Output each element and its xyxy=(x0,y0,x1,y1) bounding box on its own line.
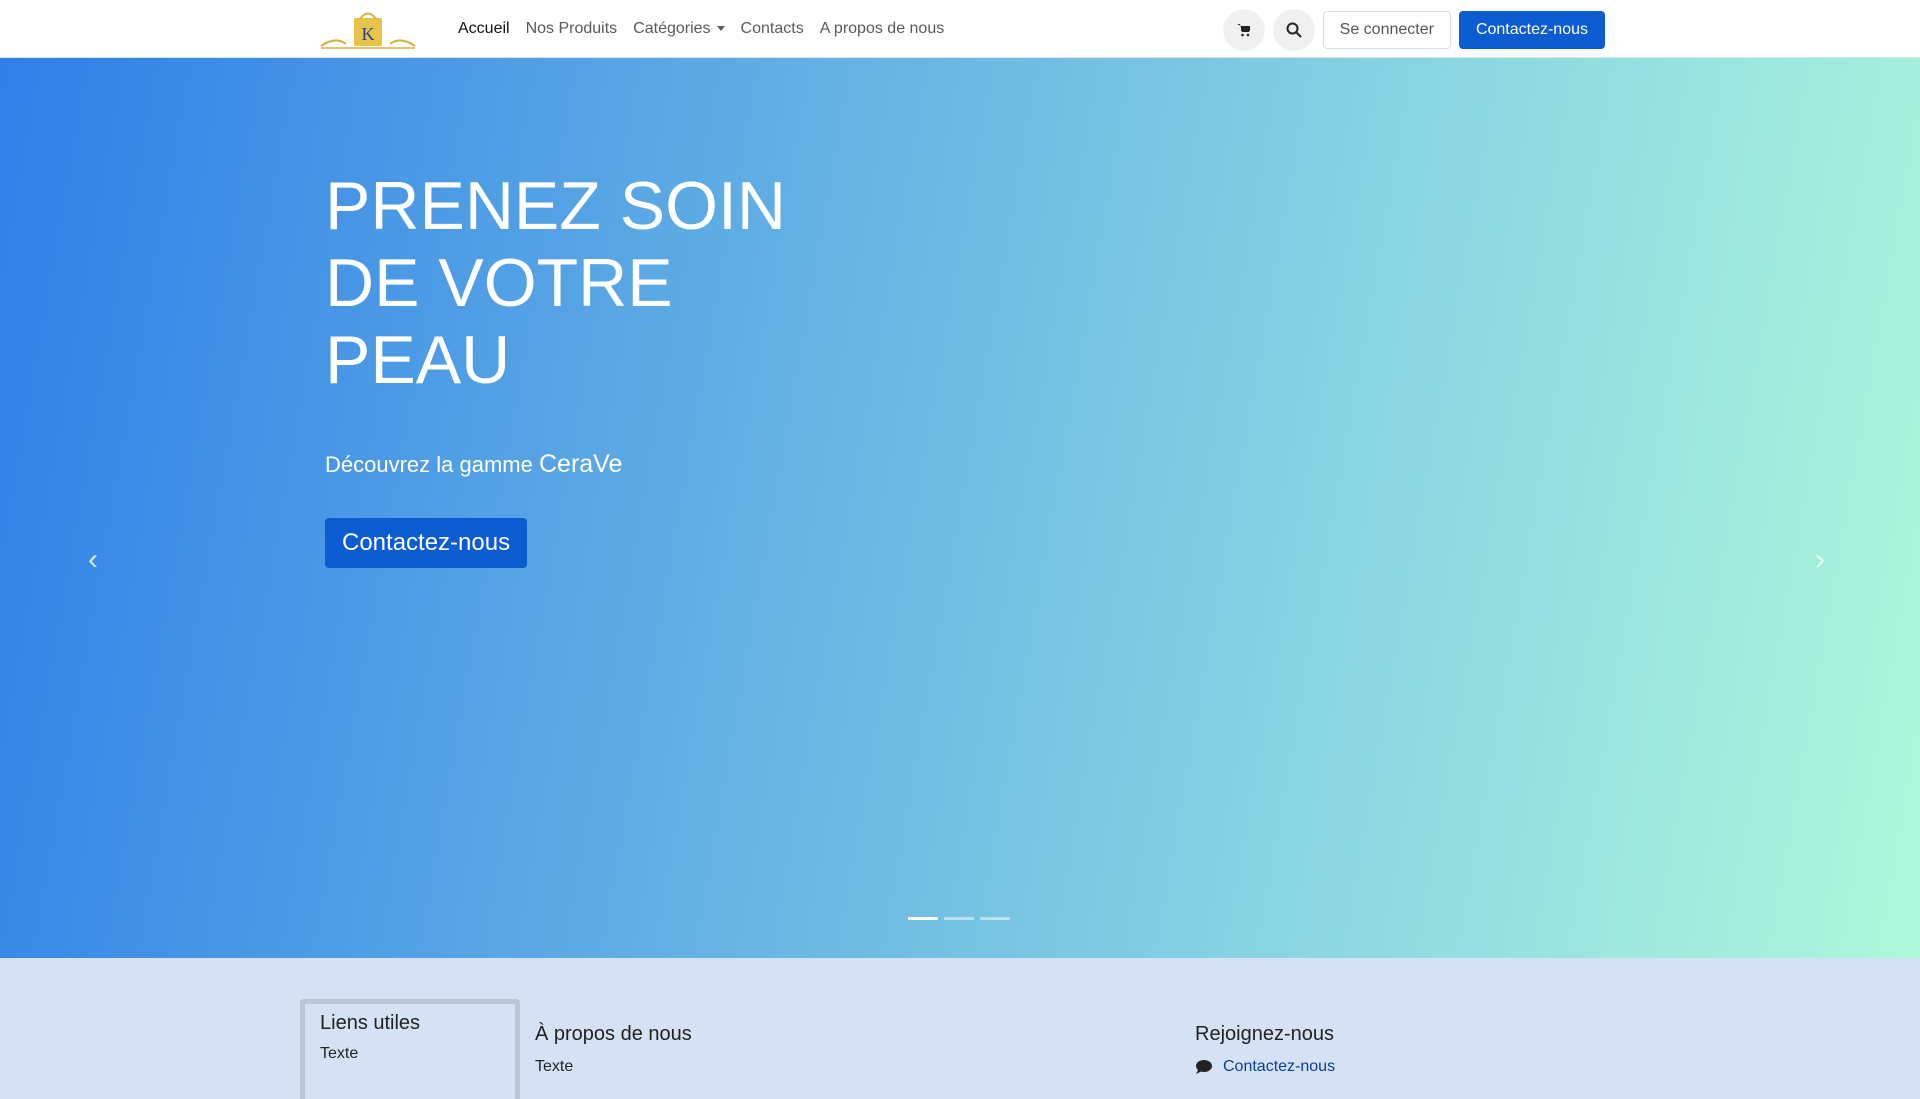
contact-button[interactable]: Contactez-nous xyxy=(1458,11,1605,49)
nav-categories[interactable]: Catégories xyxy=(625,20,732,38)
about-title: À propos de nous xyxy=(535,1023,692,1045)
hero-contact-button[interactable]: Contactez-nous xyxy=(325,518,528,568)
cart-button[interactable] xyxy=(1222,9,1265,51)
hero-title: PRENEZ SOIN DE VOTRE PEAU xyxy=(325,168,786,398)
links-text: Texte xyxy=(320,1045,359,1062)
join-contact-link[interactable]: Contactez-nous xyxy=(1223,1058,1335,1076)
nav-categories-label: Catégories xyxy=(633,20,711,37)
indicator-2[interactable] xyxy=(944,917,974,920)
caret-down-icon xyxy=(716,26,725,32)
nav-a-propos[interactable]: A propos de nous xyxy=(812,20,953,38)
indicator-1[interactable] xyxy=(908,917,938,920)
search-icon xyxy=(1286,22,1302,38)
footer-links-box: Liens utiles Texte xyxy=(300,999,520,1099)
login-button[interactable]: Se connecter xyxy=(1322,11,1451,49)
about-text: Texte xyxy=(535,1058,574,1075)
prev-arrow-icon[interactable]: ‹ xyxy=(88,543,98,577)
nav-accueil[interactable]: Accueil xyxy=(450,20,518,38)
indicator-3[interactable] xyxy=(980,917,1010,920)
logo[interactable]: K xyxy=(316,8,420,50)
nav-contacts[interactable]: Contacts xyxy=(733,20,812,38)
join-title: Rejoignez-nous xyxy=(1195,1023,1334,1045)
hero-subtitle: Découvrez la gamme CeraVe xyxy=(325,450,622,479)
navbar: K Accueil Nos Produits Catégories Contac… xyxy=(0,0,1920,58)
cart-icon xyxy=(1236,24,1250,37)
carousel-indicators xyxy=(908,917,1010,920)
nav-nos-produits[interactable]: Nos Produits xyxy=(518,20,626,38)
hero-subtitle-text: Découvrez la gamme xyxy=(325,452,533,477)
next-arrow-icon[interactable]: › xyxy=(1815,543,1825,577)
links-title: Liens utiles xyxy=(320,1012,421,1034)
hero-carousel: PRENEZ SOIN DE VOTRE PEAU Découvrez la g… xyxy=(0,58,1920,958)
comment-icon xyxy=(1196,1060,1212,1074)
hero-brand: CeraVe xyxy=(539,450,623,478)
svg-text:K: K xyxy=(362,24,375,44)
search-button[interactable] xyxy=(1272,9,1315,51)
